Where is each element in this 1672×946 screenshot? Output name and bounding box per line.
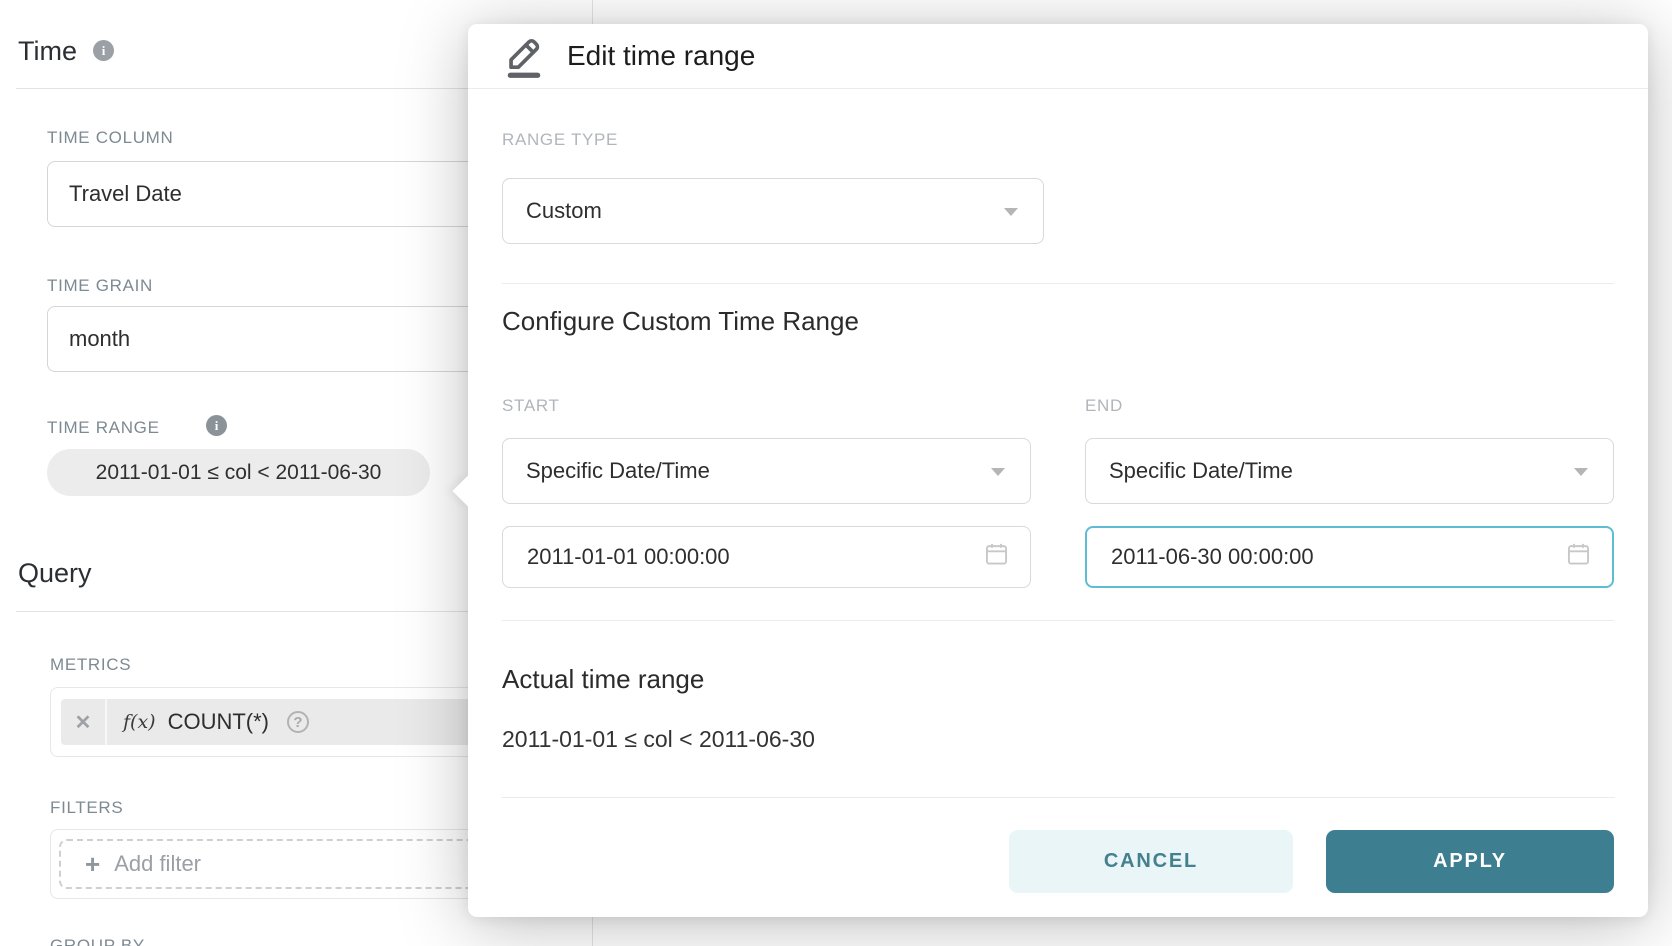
modal-divider-top bbox=[502, 283, 1614, 284]
range-type-value: Custom bbox=[526, 198, 602, 224]
calendar-icon[interactable] bbox=[983, 541, 1010, 574]
start-datetime-input[interactable]: 2011-01-01 00:00:00 bbox=[502, 526, 1031, 588]
start-label: START bbox=[502, 396, 560, 416]
range-type-select[interactable]: Custom bbox=[502, 178, 1044, 244]
configure-heading: Configure Custom Time Range bbox=[502, 306, 859, 337]
popover-arrow bbox=[452, 475, 483, 506]
end-column: END Specific Date/Time 2011-06-30 00:00:… bbox=[1085, 396, 1614, 616]
metric-name: COUNT(*) bbox=[168, 709, 269, 735]
add-filter-label: Add filter bbox=[114, 851, 201, 877]
time-section-title: Time bbox=[18, 36, 77, 67]
metric-remove-icon[interactable]: ✕ bbox=[61, 699, 107, 745]
actual-range-value: 2011-01-01 ≤ col < 2011-06-30 bbox=[502, 726, 815, 753]
filters-label: FILTERS bbox=[50, 798, 123, 818]
query-section-title: Query bbox=[18, 558, 92, 589]
time-range-label: TIME RANGE bbox=[47, 418, 160, 438]
time-range-pill[interactable]: 2011-01-01 ≤ col < 2011-06-30 bbox=[47, 449, 430, 496]
modal-divider-middle bbox=[502, 620, 1614, 621]
edit-pencil-icon bbox=[503, 33, 545, 79]
popover-header: Edit time range bbox=[468, 24, 1648, 89]
plus-icon: + bbox=[85, 849, 100, 880]
end-mode-select[interactable]: Specific Date/Time bbox=[1085, 438, 1614, 504]
actual-range-heading: Actual time range bbox=[502, 664, 704, 695]
end-label: END bbox=[1085, 396, 1123, 416]
popover-title: Edit time range bbox=[567, 40, 755, 72]
start-mode-value: Specific Date/Time bbox=[526, 458, 710, 484]
time-grain-label: TIME GRAIN bbox=[47, 276, 153, 296]
chevron-down-icon bbox=[1004, 208, 1018, 216]
calendar-icon[interactable] bbox=[1565, 541, 1592, 574]
time-range-pill-value: 2011-01-01 ≤ col < 2011-06-30 bbox=[96, 461, 382, 485]
edit-time-range-popover: Edit time range RANGE TYPE Custom Config… bbox=[468, 24, 1648, 917]
metrics-label: METRICS bbox=[50, 655, 131, 675]
cancel-button[interactable]: CANCEL bbox=[1009, 830, 1293, 893]
apply-button[interactable]: APPLY bbox=[1326, 830, 1614, 893]
superset-explore-screen: Time i TIME COLUMN Travel Date TIME GRAI… bbox=[0, 0, 1672, 946]
function-icon: f(x) bbox=[123, 711, 156, 733]
time-column-value: Travel Date bbox=[69, 181, 182, 207]
start-datetime-value: 2011-01-01 00:00:00 bbox=[527, 544, 730, 570]
time-range-info-icon[interactable]: i bbox=[206, 415, 227, 436]
start-mode-select[interactable]: Specific Date/Time bbox=[502, 438, 1031, 504]
range-type-label: RANGE TYPE bbox=[502, 130, 618, 150]
footer-divider bbox=[501, 797, 1615, 798]
group-by-label: GROUP BY bbox=[50, 936, 145, 946]
chevron-down-icon bbox=[991, 468, 1005, 476]
end-datetime-value: 2011-06-30 00:00:00 bbox=[1111, 544, 1314, 570]
start-column: START Specific Date/Time 2011-01-01 00:0… bbox=[502, 396, 1031, 616]
end-datetime-input[interactable]: 2011-06-30 00:00:00 bbox=[1085, 526, 1614, 588]
metric-help-icon[interactable]: ? bbox=[287, 711, 309, 733]
time-column-label: TIME COLUMN bbox=[47, 128, 173, 148]
chevron-down-icon bbox=[1574, 468, 1588, 476]
time-grain-value: month bbox=[69, 326, 130, 352]
end-mode-value: Specific Date/Time bbox=[1109, 458, 1293, 484]
time-info-icon[interactable]: i bbox=[93, 40, 114, 61]
